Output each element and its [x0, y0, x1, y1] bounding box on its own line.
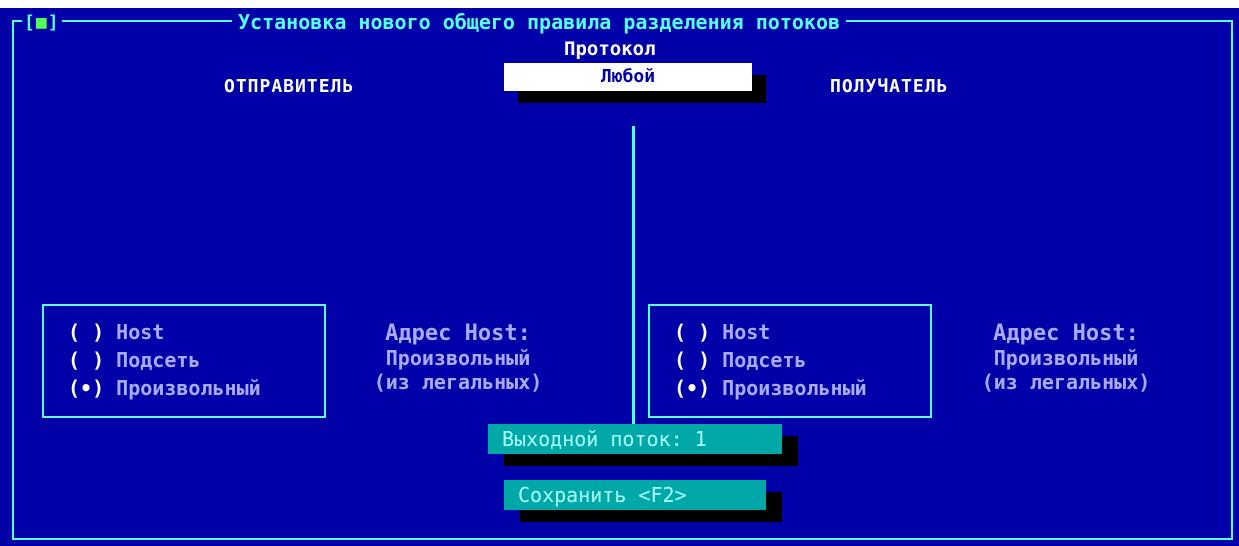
sender-option-host[interactable]: ( ) Host — [68, 320, 164, 344]
receiver-option-subnet[interactable]: ( ) Подсеть — [674, 348, 806, 372]
radio-button[interactable]: (•) — [674, 376, 710, 400]
output-stream-button[interactable]: Выходной поток: 1 — [488, 424, 782, 454]
receiver-address-value: Произвольный — [993, 346, 1139, 370]
radio-button[interactable]: ( ) — [68, 348, 104, 372]
save-button[interactable]: Сохранить <F2> — [504, 480, 766, 510]
option-label: Host — [722, 320, 771, 344]
dialog-screen: [■] Установка нового общего правила разд… — [0, 8, 1239, 546]
receiver-address-note: (из легальных) — [981, 370, 1151, 394]
sender-address-block: Адрес Host: Произвольный (из легальных) — [338, 321, 578, 395]
sender-heading: ОТПРАВИТЕЛЬ — [224, 76, 355, 97]
sender-address-title: Адрес Host: — [385, 321, 531, 346]
radio-button[interactable]: ( ) — [674, 320, 710, 344]
receiver-heading: ПОЛУЧАТЕЛЬ — [830, 76, 949, 97]
option-label: Host — [116, 320, 165, 344]
option-label: Произвольный — [722, 376, 867, 400]
receiver-option-host[interactable]: ( ) Host — [674, 320, 770, 344]
divider-line — [632, 126, 635, 436]
receiver-address-block: Адрес Host: Произвольный (из легальных) — [946, 321, 1186, 395]
dialog-title: Установка нового общего правила разделен… — [232, 10, 847, 34]
radio-button[interactable]: ( ) — [68, 320, 104, 344]
protocol-label: Протокол — [564, 38, 656, 60]
option-label: Подсеть — [722, 348, 807, 372]
sender-option-any[interactable]: (•) Произвольный — [68, 376, 261, 400]
receiver-option-any[interactable]: (•) Произвольный — [674, 376, 867, 400]
radio-button[interactable]: ( ) — [674, 348, 710, 372]
receiver-options-box: ( ) Host ( ) Подсеть (•) Произвольный — [648, 304, 932, 418]
close-icon: ■ — [35, 12, 48, 33]
sender-options-box: ( ) Host ( ) Подсеть (•) Произвольный — [42, 304, 326, 418]
receiver-address-title: Адрес Host: — [993, 321, 1139, 346]
protocol-field[interactable]: Любой — [504, 63, 752, 91]
option-label: Подсеть — [116, 348, 201, 372]
dialog-frame — [12, 20, 1233, 540]
option-label: Произвольный — [116, 376, 261, 400]
sender-address-note: (из легальных) — [373, 370, 543, 394]
sender-address-value: Произвольный — [385, 346, 531, 370]
close-button[interactable]: [■] — [22, 12, 62, 33]
sender-option-subnet[interactable]: ( ) Подсеть — [68, 348, 200, 372]
radio-button[interactable]: (•) — [68, 376, 104, 400]
